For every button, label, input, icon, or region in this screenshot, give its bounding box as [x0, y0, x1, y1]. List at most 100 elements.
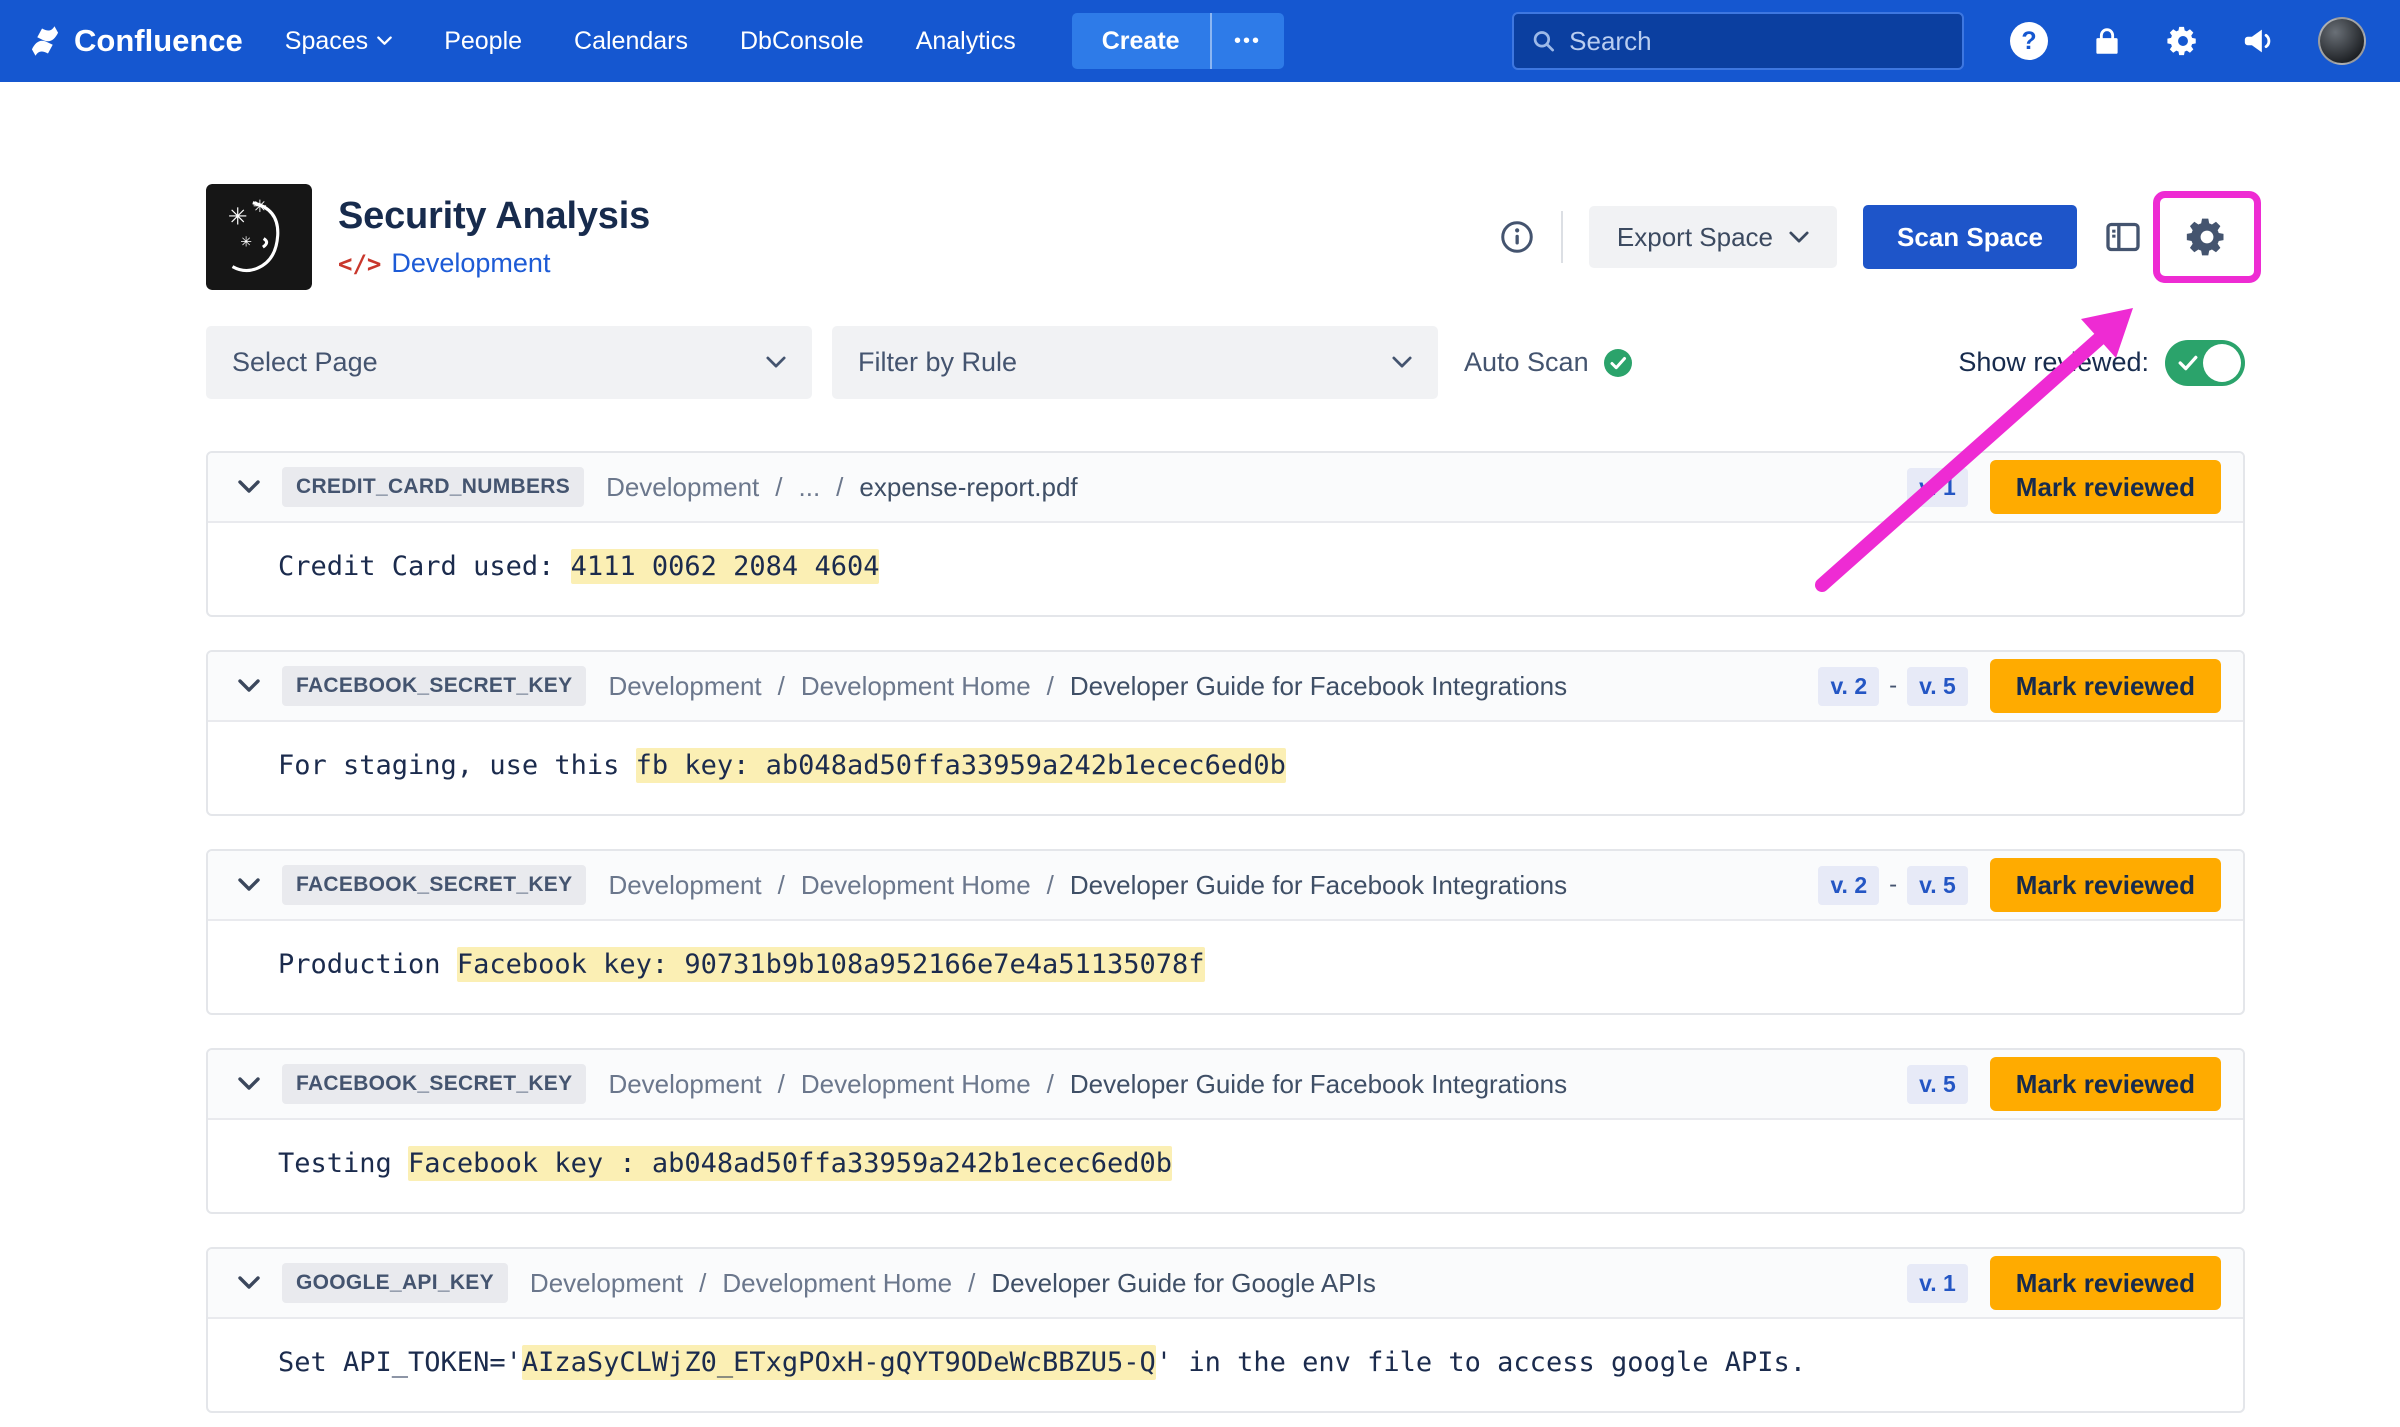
divider: [1561, 211, 1563, 263]
export-space-button[interactable]: Export Space: [1589, 206, 1837, 268]
version-badges: v. 1: [1907, 468, 1968, 507]
breadcrumb-item[interactable]: Development: [608, 671, 761, 702]
rule-badge: FACEBOOK_SECRET_KEY: [282, 1064, 586, 1104]
page-title: Security Analysis: [338, 195, 650, 238]
breadcrumb-item[interactable]: Developer Guide for Facebook Integration…: [1070, 870, 1567, 901]
finding-body: Set API_TOKEN='AIzaSyCLWjZ0_ETxgPOxH-gQY…: [208, 1319, 2243, 1411]
finding-header[interactable]: CREDIT_CARD_NUMBERS Development/.../expe…: [208, 453, 2243, 523]
search-input[interactable]: [1569, 26, 1946, 57]
info-icon[interactable]: [1499, 219, 1535, 255]
finding-header[interactable]: FACEBOOK_SECRET_KEY Development / Developm…: [208, 1050, 2243, 1120]
space-link[interactable]: Development: [391, 248, 550, 279]
nav-item-label: People: [444, 27, 522, 56]
breadcrumb-item[interactable]: Development Home: [801, 671, 1031, 702]
space-avatar[interactable]: ✳ ✳ ✳: [206, 184, 312, 290]
finding-text: Testing: [278, 1148, 408, 1179]
nav-item-people[interactable]: People: [444, 27, 522, 56]
toggle-knob: [2203, 344, 2241, 382]
finding-card: FACEBOOK_SECRET_KEY Development / Developm…: [206, 1048, 2245, 1214]
search-box[interactable]: [1512, 12, 1964, 70]
breadcrumb-item[interactable]: ...: [799, 472, 821, 503]
breadcrumb-separator: /: [1047, 671, 1054, 702]
svg-text:✳: ✳: [240, 233, 252, 249]
confluence-logo[interactable]: Confluence: [26, 22, 243, 60]
version-badge[interactable]: v. 5: [1907, 866, 1968, 905]
gear-icon[interactable]: [2166, 24, 2200, 58]
nav-item-dbconsole[interactable]: DbConsole: [740, 27, 864, 56]
version-range-dash: -: [1889, 672, 1897, 700]
breadcrumb-item[interactable]: expense-report.pdf: [859, 472, 1077, 503]
sensitive-data-highlight: Facebook key : ab048ad50ffa33959a242b1ec…: [408, 1146, 1172, 1181]
mark-reviewed-button[interactable]: Mark reviewed: [1990, 858, 2221, 912]
show-reviewed-toggle[interactable]: [2165, 340, 2245, 386]
breadcrumb-item[interactable]: Developer Guide for Google APIs: [991, 1268, 1375, 1299]
auto-scan-status: Auto Scan: [1464, 347, 1633, 378]
version-badge[interactable]: v. 5: [1907, 1065, 1968, 1104]
mark-reviewed-button[interactable]: Mark reviewed: [1990, 460, 2221, 514]
create-group: Create •••: [1072, 13, 1284, 69]
chevron-down-icon[interactable]: [238, 1276, 260, 1290]
breadcrumb-item[interactable]: Development: [530, 1268, 683, 1299]
breadcrumb-item[interactable]: Development Home: [801, 870, 1031, 901]
finding-text: For staging, use this: [278, 750, 636, 781]
select-page-dropdown[interactable]: Select Page: [206, 326, 812, 399]
chevron-down-icon[interactable]: [238, 480, 260, 494]
sensitive-data-highlight: Facebook key: 90731b9b108a952166e7e4a511…: [457, 947, 1205, 982]
finding-header[interactable]: FACEBOOK_SECRET_KEY Development / Developm…: [208, 652, 2243, 722]
brand-name: Confluence: [74, 23, 243, 59]
breadcrumb-separator: /: [1047, 1069, 1054, 1100]
sidebar-panel-icon[interactable]: [2103, 217, 2143, 257]
create-more-button[interactable]: •••: [1210, 13, 1284, 69]
header-actions: Export Space Scan Space: [1499, 205, 2245, 269]
chevron-down-icon[interactable]: [238, 878, 260, 892]
breadcrumb-separator: /: [699, 1268, 706, 1299]
mark-reviewed-button[interactable]: Mark reviewed: [1990, 659, 2221, 713]
breadcrumb-item[interactable]: Developer Guide for Facebook Integration…: [1070, 1069, 1567, 1100]
breadcrumb-item[interactable]: Development Home: [801, 1069, 1031, 1100]
breadcrumb-item[interactable]: Development Home: [722, 1268, 952, 1299]
breadcrumb: Development/Development Home/Developer G…: [608, 671, 1567, 702]
filter-row: Select Page Filter by Rule Auto Scan Sho…: [206, 326, 2245, 399]
version-badge[interactable]: v. 1: [1907, 468, 1968, 507]
show-reviewed-label: Show reviewed:: [1958, 347, 2149, 378]
nav-item-calendars[interactable]: Calendars: [574, 27, 688, 56]
breadcrumb-separator: /: [775, 472, 782, 503]
nav-item-label: Spaces: [285, 27, 368, 56]
main-content: ✳ ✳ ✳ Security Analysis </> Development: [206, 184, 2245, 1413]
show-reviewed-group: Show reviewed:: [1958, 340, 2245, 386]
lock-icon[interactable]: [2090, 24, 2124, 58]
chevron-down-icon: [1789, 231, 1809, 244]
sensitive-data-highlight: 4111 0062 2084 4604: [571, 549, 880, 584]
version-badge[interactable]: v. 2: [1818, 667, 1879, 706]
mark-reviewed-button[interactable]: Mark reviewed: [1990, 1256, 2221, 1310]
confluence-logo-icon: [26, 22, 64, 60]
breadcrumb-item[interactable]: Development: [608, 1069, 761, 1100]
version-badge[interactable]: v. 5: [1907, 667, 1968, 706]
help-icon[interactable]: ?: [2010, 22, 2048, 60]
breadcrumb-item[interactable]: Development: [606, 472, 759, 503]
rule-badge: FACEBOOK_SECRET_KEY: [282, 666, 586, 706]
chevron-down-icon[interactable]: [238, 679, 260, 693]
nav-item-spaces[interactable]: Spaces: [285, 27, 392, 56]
scan-space-button[interactable]: Scan Space: [1863, 205, 2077, 269]
nav-item-analytics[interactable]: Analytics: [916, 27, 1016, 56]
space-settings-gear-button[interactable]: [2185, 215, 2229, 259]
breadcrumb-item[interactable]: Developer Guide for Facebook Integration…: [1070, 671, 1567, 702]
finding-header[interactable]: FACEBOOK_SECRET_KEY Development/Developm…: [208, 851, 2243, 921]
version-badge[interactable]: v. 2: [1818, 866, 1879, 905]
finding-text: Credit Card used:: [278, 551, 571, 582]
nav-icon-group: ?: [2010, 17, 2366, 65]
nav-items: Spaces People Calendars DbConsole Analytics: [285, 27, 1016, 56]
version-badge[interactable]: v. 1: [1907, 1264, 1968, 1303]
create-button[interactable]: Create: [1072, 13, 1210, 69]
finding-card: CREDIT_CARD_NUMBERS Development/.../expe…: [206, 451, 2245, 617]
megaphone-icon[interactable]: [2242, 24, 2276, 58]
chevron-down-icon[interactable]: [238, 1077, 260, 1091]
select-page-label: Select Page: [232, 347, 378, 378]
user-avatar[interactable]: [2318, 17, 2366, 65]
sensitive-data-highlight: fb key: ab048ad50ffa33959a242b1ecec6ed0b: [636, 748, 1286, 783]
breadcrumb-item[interactable]: Development: [608, 870, 761, 901]
mark-reviewed-button[interactable]: Mark reviewed: [1990, 1057, 2221, 1111]
finding-header[interactable]: GOOGLE_API_KEY Development/Development H…: [208, 1249, 2243, 1319]
filter-by-rule-dropdown[interactable]: Filter by Rule: [832, 326, 1438, 399]
